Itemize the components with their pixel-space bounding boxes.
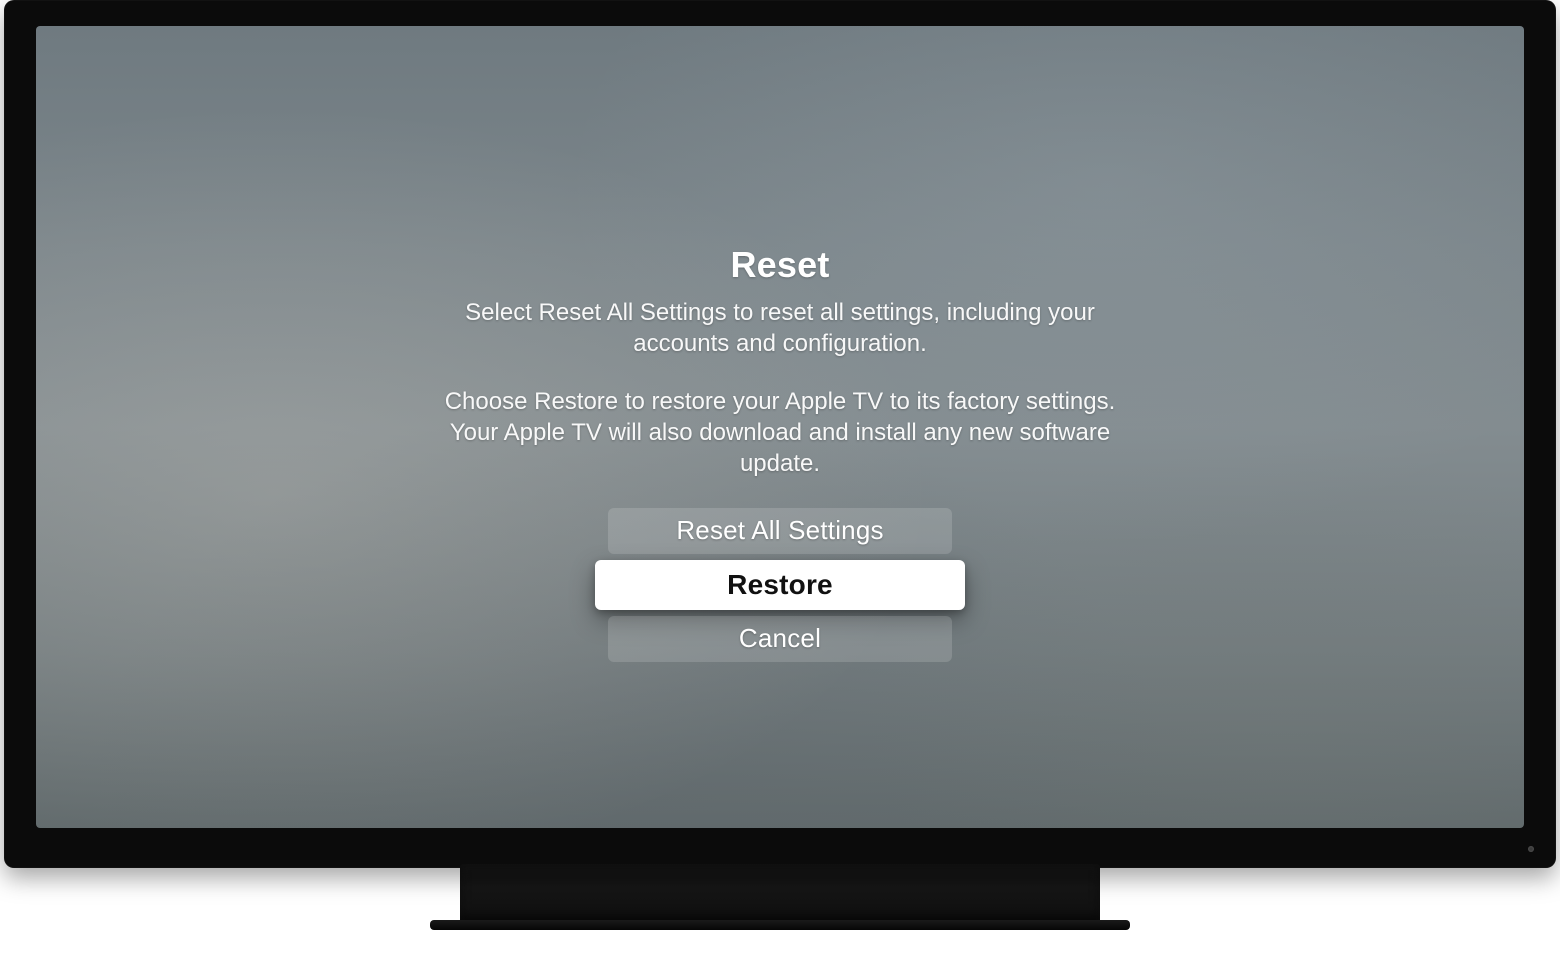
tv-stand (430, 864, 1130, 960)
dialog-subtitle-1: Select Reset All Settings to reset all s… (420, 298, 1140, 359)
dialog-title: Reset (400, 244, 1160, 286)
dialog-options: Reset All Settings Restore Cancel (400, 508, 1160, 662)
reset-all-settings-button[interactable]: Reset All Settings (608, 508, 952, 554)
tv-stand-neck (460, 864, 1100, 922)
restore-button[interactable]: Restore (595, 560, 965, 610)
tv-stand-base (430, 920, 1130, 930)
power-led-icon (1528, 846, 1534, 852)
reset-dialog: Reset Select Reset All Settings to reset… (400, 244, 1160, 662)
stage: Reset Select Reset All Settings to reset… (0, 0, 1560, 960)
tv-frame: Reset Select Reset All Settings to reset… (4, 0, 1556, 868)
cancel-button[interactable]: Cancel (608, 616, 952, 662)
dialog-subtitle-2: Choose Restore to restore your Apple TV … (420, 387, 1140, 479)
screen: Reset Select Reset All Settings to reset… (36, 26, 1524, 828)
